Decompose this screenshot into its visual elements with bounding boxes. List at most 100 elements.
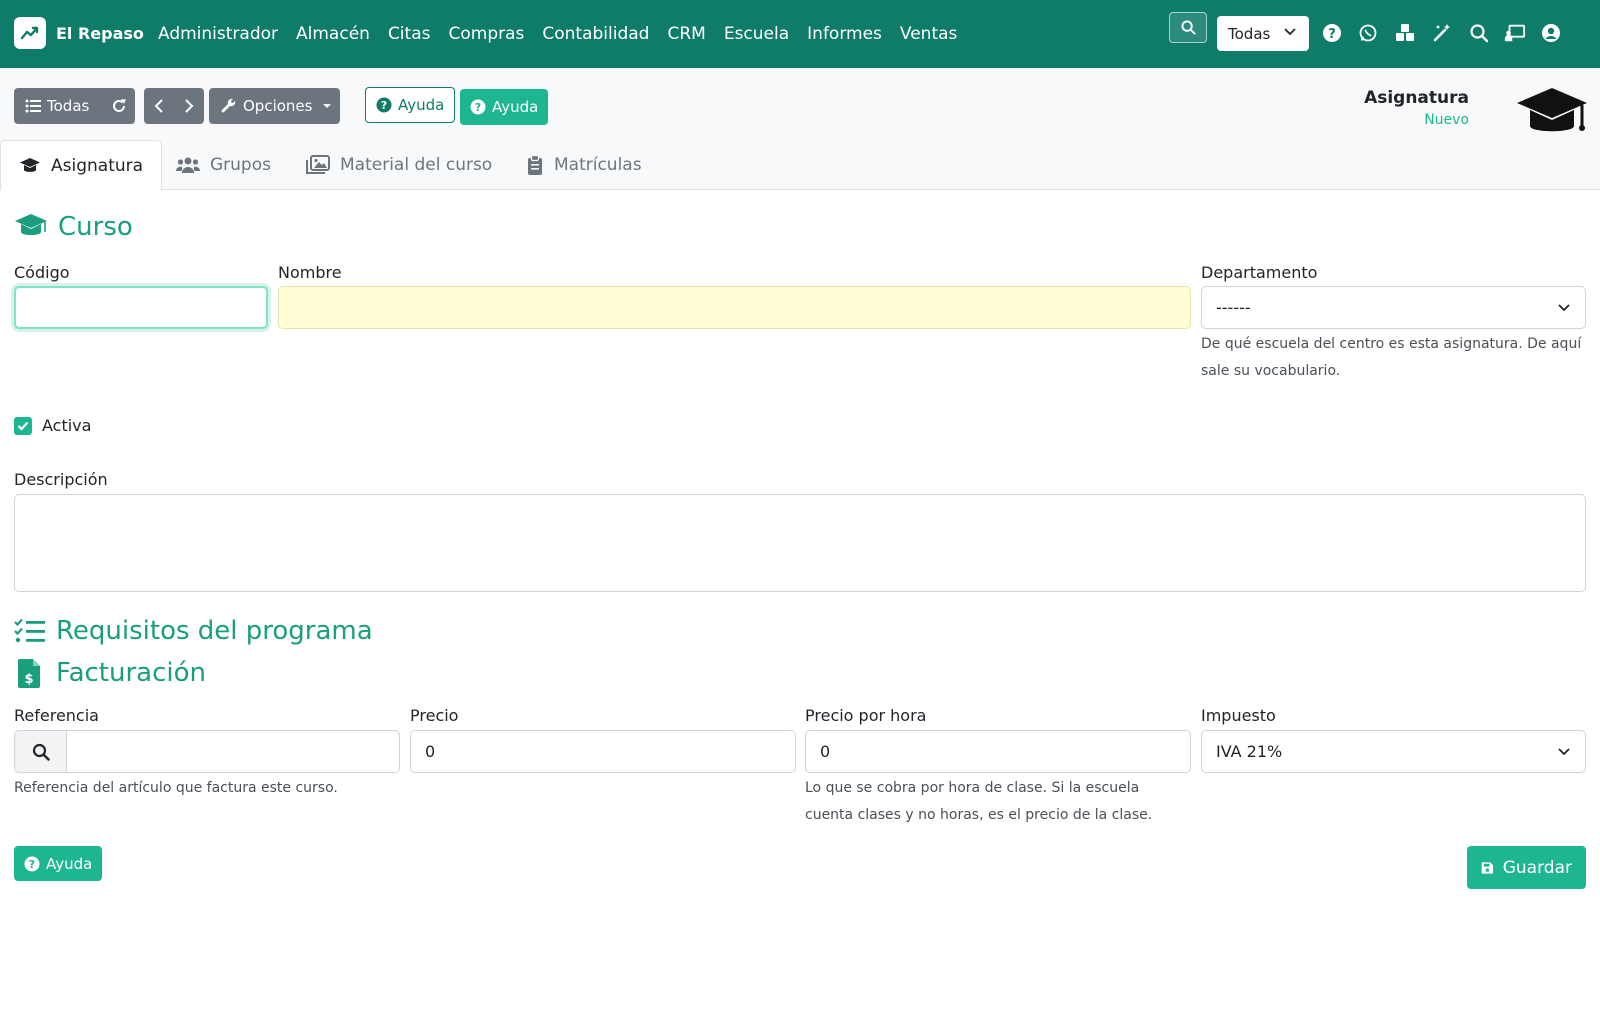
- list-button-group: Todas: [14, 88, 135, 124]
- magic-wand-icon[interactable]: [1431, 22, 1453, 44]
- footer-help-button[interactable]: ? Ayuda: [14, 846, 103, 881]
- menu-item-administrador[interactable]: Administrador: [158, 24, 278, 44]
- menu-item-escuela[interactable]: Escuela: [724, 24, 789, 44]
- nav-filter-select[interactable]: Todas: [1217, 16, 1309, 51]
- record-header: Asignatura Nuevo: [1364, 88, 1469, 128]
- departamento-help: De qué escuela del centro es esta asigna…: [1201, 336, 1582, 379]
- precio-hora-input[interactable]: 0: [805, 730, 1191, 773]
- menu-item-almacen[interactable]: Almacén: [296, 24, 370, 44]
- page-title: Asignatura: [1364, 88, 1469, 108]
- help-outline-button[interactable]: ? Ayuda: [365, 87, 456, 123]
- question-circle-icon: ?: [24, 856, 40, 871]
- nav-search-button[interactable]: [1169, 12, 1207, 43]
- help-solid-button[interactable]: ? Ayuda: [460, 89, 549, 125]
- svg-text:?: ?: [475, 101, 481, 114]
- graduation-cap-icon: [20, 157, 40, 172]
- referencia-help: Referencia del artículo que factura este…: [14, 780, 338, 796]
- section-title-text: Curso: [58, 212, 133, 242]
- impuesto-label: Impuesto: [1201, 706, 1276, 725]
- tab-asignatura[interactable]: Asignatura: [0, 140, 163, 191]
- menu-item-compras[interactable]: Compras: [448, 24, 524, 44]
- menu-item-citas[interactable]: Citas: [388, 24, 431, 44]
- graduation-cap-icon: [15, 214, 47, 235]
- wrench-icon: [221, 98, 236, 113]
- tab-label: Asignatura: [51, 155, 144, 176]
- chevron-left-icon[interactable]: [153, 98, 165, 118]
- activa-label: Activa: [42, 416, 92, 435]
- search-icon[interactable]: [1468, 22, 1490, 44]
- list-icon: [25, 99, 41, 113]
- chevron-down-icon: [1284, 28, 1296, 36]
- menu-item-ventas[interactable]: Ventas: [900, 24, 957, 44]
- codigo-label: Código: [14, 263, 70, 282]
- menu-item-informes[interactable]: Informes: [807, 24, 882, 44]
- options-dropdown-button[interactable]: Opciones: [209, 88, 340, 124]
- section-requisitos-title[interactable]: Requisitos del programa: [14, 616, 373, 646]
- section-title-text: Requisitos del programa: [56, 616, 373, 646]
- departamento-select[interactable]: ------: [1201, 286, 1586, 329]
- menu-item-crm[interactable]: CRM: [667, 24, 705, 44]
- svg-text:?: ?: [1328, 27, 1336, 42]
- clipboard-icon: [528, 155, 542, 175]
- question-circle-icon: ?: [376, 97, 392, 113]
- user-circle-icon[interactable]: [1540, 22, 1562, 44]
- tab-grupos[interactable]: Grupos: [158, 140, 289, 190]
- precio-input[interactable]: 0: [410, 730, 796, 773]
- activa-checkbox[interactable]: Activa: [14, 416, 91, 435]
- nombre-input[interactable]: [278, 286, 1191, 329]
- options-label: Opciones: [243, 97, 313, 115]
- presentation-icon[interactable]: [1504, 22, 1526, 44]
- brand[interactable]: El Repaso: [14, 17, 144, 49]
- save-label: Guardar: [1502, 857, 1572, 878]
- whatsapp-icon[interactable]: [1357, 22, 1379, 44]
- svg-text:?: ?: [29, 858, 35, 871]
- top-navbar: El Repaso Administrador Almacén Citas Co…: [0, 0, 1600, 68]
- tab-label: Grupos: [210, 155, 271, 175]
- help-icon[interactable]: ?: [1321, 22, 1343, 44]
- chevron-down-icon: [1558, 304, 1570, 312]
- svg-text:?: ?: [381, 99, 387, 112]
- list-button[interactable]: Todas: [14, 97, 89, 115]
- tab-label: Matrículas: [554, 155, 642, 175]
- record-status: Nuevo: [1424, 112, 1469, 128]
- precio-hora-help: Lo que se cobra por hora de clase. Si la…: [805, 780, 1153, 823]
- chart-line-icon: [14, 17, 46, 49]
- section-facturacion-title: $ Facturación: [14, 658, 206, 688]
- save-button[interactable]: Guardar: [1467, 846, 1586, 889]
- refresh-icon[interactable]: [111, 98, 127, 118]
- users-icon: [176, 157, 200, 173]
- chevron-down-icon: [1558, 748, 1570, 756]
- referencia-input-group: [14, 730, 400, 773]
- tab-matriculas[interactable]: Matrículas: [508, 140, 660, 190]
- precio-hora-label: Precio por hora: [805, 706, 927, 725]
- brand-name: El Repaso: [56, 23, 144, 43]
- codigo-input[interactable]: [14, 286, 268, 329]
- question-circle-icon: ?: [470, 99, 486, 115]
- impuesto-value: IVA 21%: [1216, 742, 1283, 761]
- list-label: Todas: [47, 97, 90, 115]
- graduation-cap-icon: [1516, 86, 1588, 146]
- list-check-icon: [14, 618, 45, 643]
- help-outline-label: Ayuda: [398, 96, 445, 114]
- nombre-label: Nombre: [278, 263, 342, 282]
- search-icon: [32, 743, 50, 761]
- help-solid-label: Ayuda: [492, 98, 539, 116]
- referencia-label: Referencia: [14, 706, 99, 725]
- descripcion-label: Descripción: [14, 470, 108, 489]
- caret-down-icon: [323, 104, 332, 108]
- menu-item-contabilidad[interactable]: Contabilidad: [542, 24, 649, 44]
- section-curso-title: Curso: [14, 212, 133, 242]
- cubes-icon[interactable]: [1394, 22, 1416, 44]
- file-invoice-dollar-icon: $: [18, 659, 40, 688]
- impuesto-select[interactable]: IVA 21%: [1201, 730, 1586, 773]
- footer-help-label: Ayuda: [46, 854, 93, 873]
- tab-bar: Asignatura Grupos Material del curso Mat…: [0, 140, 1600, 191]
- departamento-label: Departamento: [1201, 263, 1318, 282]
- nav-filter-value: Todas: [1228, 24, 1271, 43]
- precio-label: Precio: [410, 706, 459, 725]
- referencia-search-button[interactable]: [15, 731, 67, 772]
- chevron-right-icon[interactable]: [183, 98, 195, 118]
- tab-label: Material del curso: [340, 155, 493, 175]
- descripcion-textarea[interactable]: [14, 494, 1586, 592]
- tab-material-del-curso[interactable]: Material del curso: [288, 140, 510, 190]
